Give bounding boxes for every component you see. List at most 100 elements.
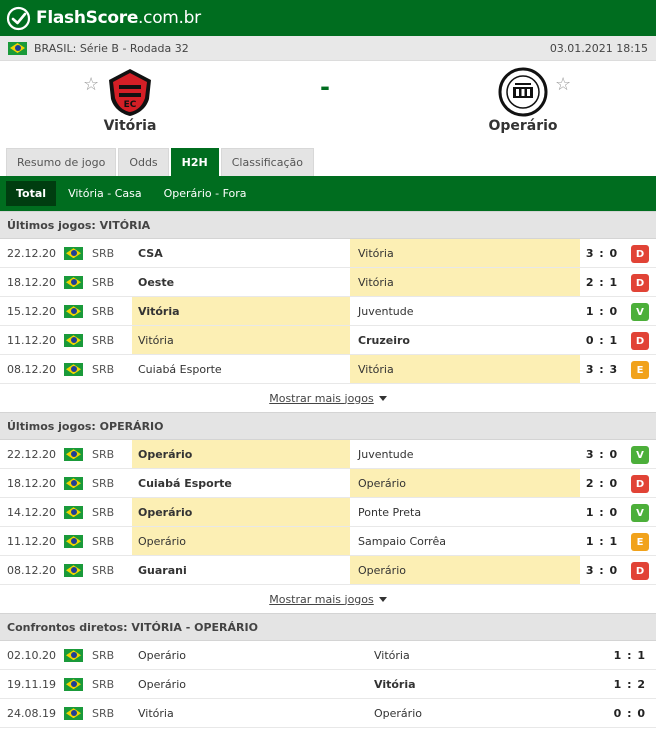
away-team: Sampaio Corrêa bbox=[358, 534, 446, 548]
h2h-subtabs: Total Vitória - Casa Operário - Fora bbox=[0, 176, 656, 211]
match-header: ☆ EC Vitória - ☆ Operário bbox=[0, 61, 656, 145]
match-date: 19.11.19 bbox=[7, 677, 56, 691]
home-team: Operário bbox=[132, 498, 350, 526]
show-more-label: Mostrar mais jogos bbox=[269, 592, 374, 606]
caret-down-icon bbox=[378, 395, 387, 401]
competition: SRB bbox=[92, 275, 115, 289]
operario-crest-icon[interactable] bbox=[498, 67, 548, 117]
home-team: CSA bbox=[138, 246, 163, 260]
brazil-flag-icon bbox=[64, 246, 83, 260]
brazil-flag-icon bbox=[64, 648, 83, 662]
match-date: 08.12.20 bbox=[7, 563, 56, 577]
show-more-button[interactable]: Mostrar mais jogos bbox=[0, 585, 656, 613]
table-row[interactable]: 22.12.20 SRB CSA Vitória 3 : 0 D bbox=[0, 239, 656, 268]
home-team: Vitória bbox=[138, 706, 174, 720]
brazil-flag-icon bbox=[64, 563, 83, 577]
result-badge: D bbox=[631, 475, 649, 493]
match-score: 1 : 0 bbox=[585, 505, 619, 519]
table-row[interactable]: 24.08.19 SRB Vitória Operário 0 : 0 bbox=[0, 699, 656, 728]
section-last-away: Últimos jogos: OPERÁRIO 22.12.20 SRB Ope… bbox=[0, 412, 656, 613]
away-team: Vitória bbox=[374, 648, 410, 662]
table-row[interactable]: 19.11.19 SRB Operário Vitória 1 : 2 bbox=[0, 670, 656, 699]
favorite-away-star-icon[interactable]: ☆ bbox=[555, 76, 571, 94]
match-score: 3 : 0 bbox=[585, 246, 619, 260]
subtab-away[interactable]: Operário - Fora bbox=[154, 181, 257, 206]
match-date: 22.12.20 bbox=[7, 447, 56, 461]
brand-name[interactable]: FlashScore.com.br bbox=[36, 8, 201, 28]
match-date: 02.10.20 bbox=[7, 648, 56, 662]
main-tabs: Resumo de jogo Odds H2H Classificação bbox=[0, 148, 656, 176]
result-badge: D bbox=[631, 332, 649, 350]
brazil-flag-icon bbox=[64, 534, 83, 548]
competition: SRB bbox=[92, 563, 115, 577]
table-row[interactable]: 18.12.20 SRB Cuiabá Esporte Operário 2 :… bbox=[0, 469, 656, 498]
table-row[interactable]: 11.12.20 SRB Vitória Cruzeiro 0 : 1 D bbox=[0, 326, 656, 355]
away-team-name[interactable]: Operário bbox=[463, 118, 583, 134]
away-team: Operário bbox=[374, 706, 422, 720]
tab-h2h[interactable]: H2H bbox=[170, 148, 219, 176]
result-badge: D bbox=[631, 245, 649, 263]
show-more-button[interactable]: Mostrar mais jogos bbox=[0, 384, 656, 412]
tab-odds[interactable]: Odds bbox=[118, 148, 169, 176]
svg-text:EC: EC bbox=[124, 100, 137, 110]
away-team: Cruzeiro bbox=[358, 333, 410, 347]
subtab-total[interactable]: Total bbox=[6, 181, 57, 206]
result-badge: V bbox=[631, 303, 649, 321]
result-badge: D bbox=[631, 562, 649, 580]
competition: SRB bbox=[92, 246, 115, 260]
home-team: Cuiabá Esporte bbox=[138, 362, 222, 376]
match-date: 14.12.20 bbox=[7, 505, 56, 519]
away-team: Operário bbox=[350, 469, 580, 497]
table-row[interactable]: 11.12.20 SRB Operário Sampaio Corrêa 1 :… bbox=[0, 527, 656, 556]
competition: SRB bbox=[92, 706, 115, 720]
home-team: Vitória bbox=[132, 297, 350, 325]
table-row[interactable]: 14.12.20 SRB Operário Ponte Preta 1 : 0 … bbox=[0, 498, 656, 527]
home-team: Vitória bbox=[132, 326, 350, 354]
match-date: 08.12.20 bbox=[7, 362, 56, 376]
show-more-label: Mostrar mais jogos bbox=[269, 391, 374, 405]
brazil-flag-icon bbox=[64, 476, 83, 490]
table-row[interactable]: 02.10.20 SRB Operário Vitória 1 : 1 bbox=[0, 641, 656, 670]
competition: SRB bbox=[92, 534, 115, 548]
away-team: Vitória bbox=[374, 677, 416, 691]
away-team: Ponte Preta bbox=[358, 505, 422, 519]
subtab-home[interactable]: Vitória - Casa bbox=[58, 181, 152, 206]
result-badge: V bbox=[631, 504, 649, 522]
brazil-flag-icon bbox=[64, 677, 83, 691]
tab-resumo[interactable]: Resumo de jogo bbox=[6, 148, 117, 176]
brazil-flag-icon bbox=[64, 505, 83, 519]
vitoria-crest-icon[interactable]: EC bbox=[105, 67, 155, 117]
home-team-name[interactable]: Vitória bbox=[70, 118, 190, 134]
match-date: 18.12.20 bbox=[7, 275, 56, 289]
match-score: 2 : 0 bbox=[585, 476, 619, 490]
away-team: Operário bbox=[350, 556, 580, 584]
match-score: 3 : 3 bbox=[585, 362, 619, 376]
match-date: 15.12.20 bbox=[7, 304, 56, 318]
result-badge: E bbox=[631, 533, 649, 551]
result-badge: D bbox=[631, 274, 649, 292]
table-row[interactable]: 15.12.20 SRB Vitória Juventude 1 : 0 V bbox=[0, 297, 656, 326]
tab-classificacao[interactable]: Classificação bbox=[220, 148, 314, 176]
result-badge: E bbox=[631, 361, 649, 379]
competition: SRB bbox=[92, 648, 115, 662]
match-score: 2 : 1 bbox=[585, 275, 619, 289]
brazil-flag-icon bbox=[64, 706, 83, 720]
table-row[interactable]: 18.12.20 SRB Oeste Vitória 2 : 1 D bbox=[0, 268, 656, 297]
score-placeholder: - bbox=[320, 73, 330, 101]
table-row[interactable]: 08.12.20 SRB Cuiabá Esporte Vitória 3 : … bbox=[0, 355, 656, 384]
brazil-flag-icon bbox=[64, 275, 83, 289]
away-team: Vitória bbox=[350, 239, 580, 267]
favorite-home-star-icon[interactable]: ☆ bbox=[83, 76, 99, 94]
brazil-flag-icon bbox=[64, 447, 83, 461]
match-score: 0 : 0 bbox=[613, 706, 646, 720]
competition: SRB bbox=[92, 447, 115, 461]
flashscore-logo-icon[interactable] bbox=[6, 6, 31, 31]
table-row[interactable]: 22.12.20 SRB Operário Juventude 3 : 0 V bbox=[0, 440, 656, 469]
section-title: Últimos jogos: VITÓRIA bbox=[0, 211, 656, 239]
home-team: Oeste bbox=[138, 275, 175, 289]
away-team: Juventude bbox=[358, 304, 414, 318]
table-row[interactable]: 08.12.20 SRB Guarani Operário 3 : 0 D bbox=[0, 556, 656, 585]
match-info-bar: BRASIL: Série B - Rodada 32 03.01.2021 1… bbox=[0, 36, 656, 61]
league-round[interactable]: BRASIL: Série B - Rodada 32 bbox=[34, 42, 189, 55]
result-badge: V bbox=[631, 446, 649, 464]
